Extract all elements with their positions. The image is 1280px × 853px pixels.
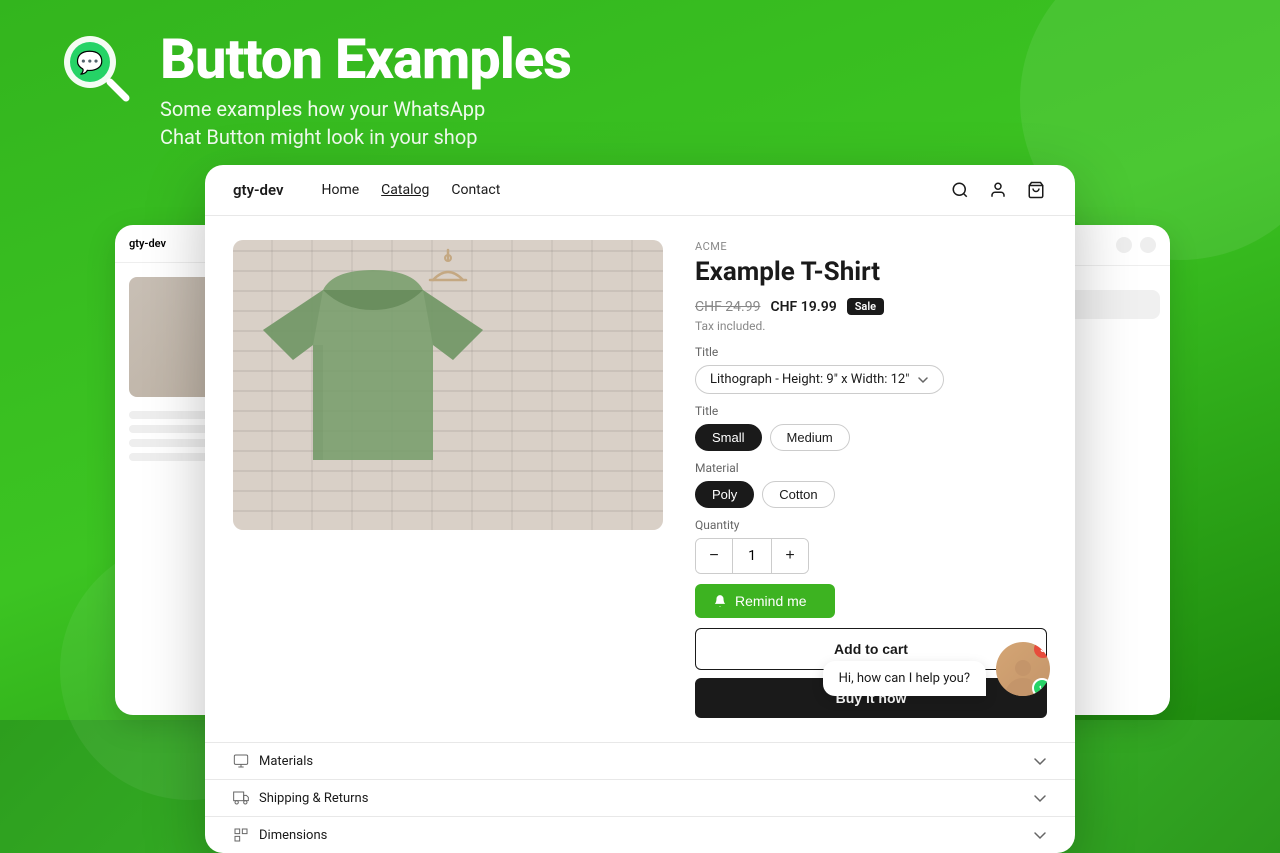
title-option-label: Title	[695, 345, 1047, 359]
product-brand: ACME	[695, 240, 1047, 253]
size-btn-small[interactable]: Small	[695, 424, 762, 451]
svg-text:💬: 💬	[76, 50, 103, 76]
chevron-down-icon-shipping	[1033, 791, 1047, 805]
tshirt-image	[233, 260, 513, 490]
cart-icon[interactable]	[1025, 179, 1047, 201]
bell-icon	[713, 594, 727, 608]
navbar: gty-dev Home Catalog Contact	[205, 165, 1075, 216]
whatsapp-badge	[1032, 678, 1050, 696]
price-new: CHF 19.99	[770, 299, 836, 315]
accordion-shipping[interactable]: Shipping & Returns	[205, 779, 1075, 816]
chat-message: Hi, how can I help you?	[823, 661, 986, 696]
page-subtitle: Some examples how your WhatsApp Chat But…	[160, 95, 571, 151]
price-old: CHF 24.99	[695, 299, 760, 315]
chat-avatar[interactable]: 5	[996, 642, 1050, 696]
size-btn-medium[interactable]: Medium	[770, 424, 850, 451]
remind-me-btn[interactable]: Remind me	[695, 584, 835, 618]
header-icon: 💬	[60, 32, 132, 104]
page-title: Button Examples	[160, 30, 571, 89]
material-btn-cotton[interactable]: Cotton	[762, 481, 834, 508]
material-options: Poly Cotton	[695, 481, 1047, 508]
search-icon[interactable]	[949, 179, 971, 201]
quantity-control: − 1 +	[695, 538, 809, 574]
chat-notif-count: 5	[1034, 642, 1050, 658]
shipping-icon	[233, 790, 249, 806]
quantity-label: Quantity	[695, 518, 1047, 532]
header: 💬 Button Examples Some examples how your…	[0, 0, 1280, 171]
dropdown-chevron-icon	[917, 374, 929, 386]
nav-logo: gty-dev	[233, 181, 283, 199]
chevron-down-icon-materials	[1033, 754, 1047, 768]
bg-right-icon-2	[1140, 237, 1156, 253]
main-card: gty-dev Home Catalog Contact	[205, 165, 1075, 853]
accordion-dimensions[interactable]: Dimensions	[205, 816, 1075, 853]
materials-icon	[233, 753, 249, 769]
size-options: Small Medium	[695, 424, 1047, 451]
bg-right-icon-1	[1116, 237, 1132, 253]
nav-link-home[interactable]: Home	[321, 182, 359, 198]
nav-link-catalog[interactable]: Catalog	[381, 182, 429, 198]
size-label: Title	[695, 404, 1047, 418]
nav-link-contact[interactable]: Contact	[451, 182, 500, 198]
account-icon[interactable]	[987, 179, 1009, 201]
accordion-materials[interactable]: Materials	[205, 742, 1075, 779]
header-text: Button Examples Some examples how your W…	[160, 30, 571, 151]
nav-icons	[949, 179, 1047, 201]
nav-links: Home Catalog Contact	[321, 182, 921, 198]
bg-left-line-4	[129, 453, 213, 461]
title-dropdown[interactable]: Lithograph - Height: 9" x Width: 12"	[695, 365, 944, 394]
quantity-decrease-btn[interactable]: −	[696, 539, 732, 573]
product-image-container	[233, 240, 663, 530]
chevron-down-icon-dimensions	[1033, 828, 1047, 842]
dimensions-icon	[233, 827, 249, 843]
sale-badge: Sale	[847, 298, 884, 315]
price-row: CHF 24.99 CHF 19.99 Sale	[695, 298, 1047, 315]
quantity-value: 1	[732, 539, 772, 573]
tax-info: Tax included.	[695, 319, 1047, 333]
product-title: Example T-Shirt	[695, 257, 1047, 288]
material-label: Material	[695, 461, 1047, 475]
whatsapp-chat-bubble[interactable]: Hi, how can I help you? 5	[823, 642, 1050, 696]
quantity-increase-btn[interactable]: +	[772, 539, 808, 573]
material-btn-poly[interactable]: Poly	[695, 481, 754, 508]
